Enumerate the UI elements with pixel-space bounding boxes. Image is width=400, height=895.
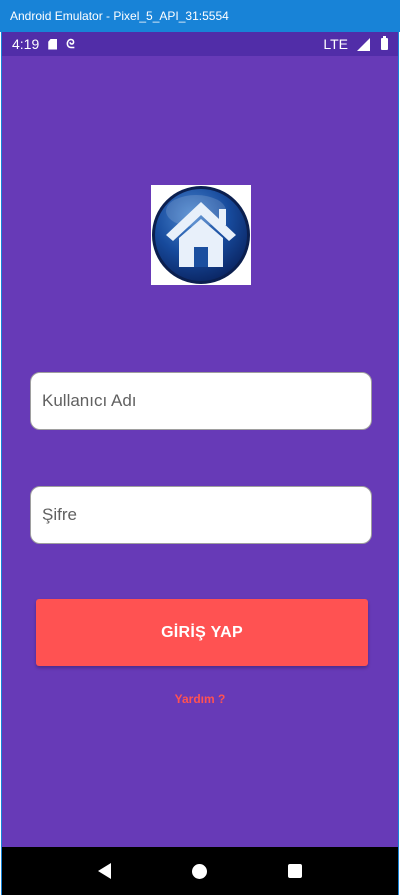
window-title: Android Emulator - Pixel_5_API_31:5554 bbox=[10, 9, 229, 23]
login-button[interactable]: GİRİŞ YAP bbox=[36, 599, 368, 666]
status-bar: 4:19 ᘓ LTE bbox=[2, 32, 398, 56]
home-button-icon[interactable] bbox=[191, 863, 207, 879]
battery-icon bbox=[381, 36, 388, 50]
network-label: LTE bbox=[323, 36, 348, 52]
password-input[interactable] bbox=[30, 486, 372, 544]
status-right: LTE bbox=[323, 36, 388, 52]
status-time: 4:19 bbox=[12, 36, 40, 52]
recents-icon[interactable] bbox=[287, 864, 302, 878]
debug-icon: ᘓ bbox=[66, 37, 75, 51]
sd-card-icon bbox=[48, 38, 58, 50]
home-icon bbox=[152, 186, 250, 284]
back-icon[interactable] bbox=[98, 863, 112, 879]
window-titlebar: Android Emulator - Pixel_5_API_31:5554 bbox=[0, 0, 400, 32]
username-input[interactable] bbox=[30, 372, 372, 430]
navigation-bar bbox=[2, 847, 398, 895]
app-logo bbox=[151, 185, 251, 285]
help-link[interactable]: Yardım ? bbox=[2, 692, 398, 706]
signal-icon bbox=[357, 37, 370, 51]
status-left: 4:19 ᘓ bbox=[12, 36, 75, 52]
device-screen: 4:19 ᘓ LTE Kullanıcı Adı GİRİŞ YAP Yardı… bbox=[1, 32, 399, 895]
